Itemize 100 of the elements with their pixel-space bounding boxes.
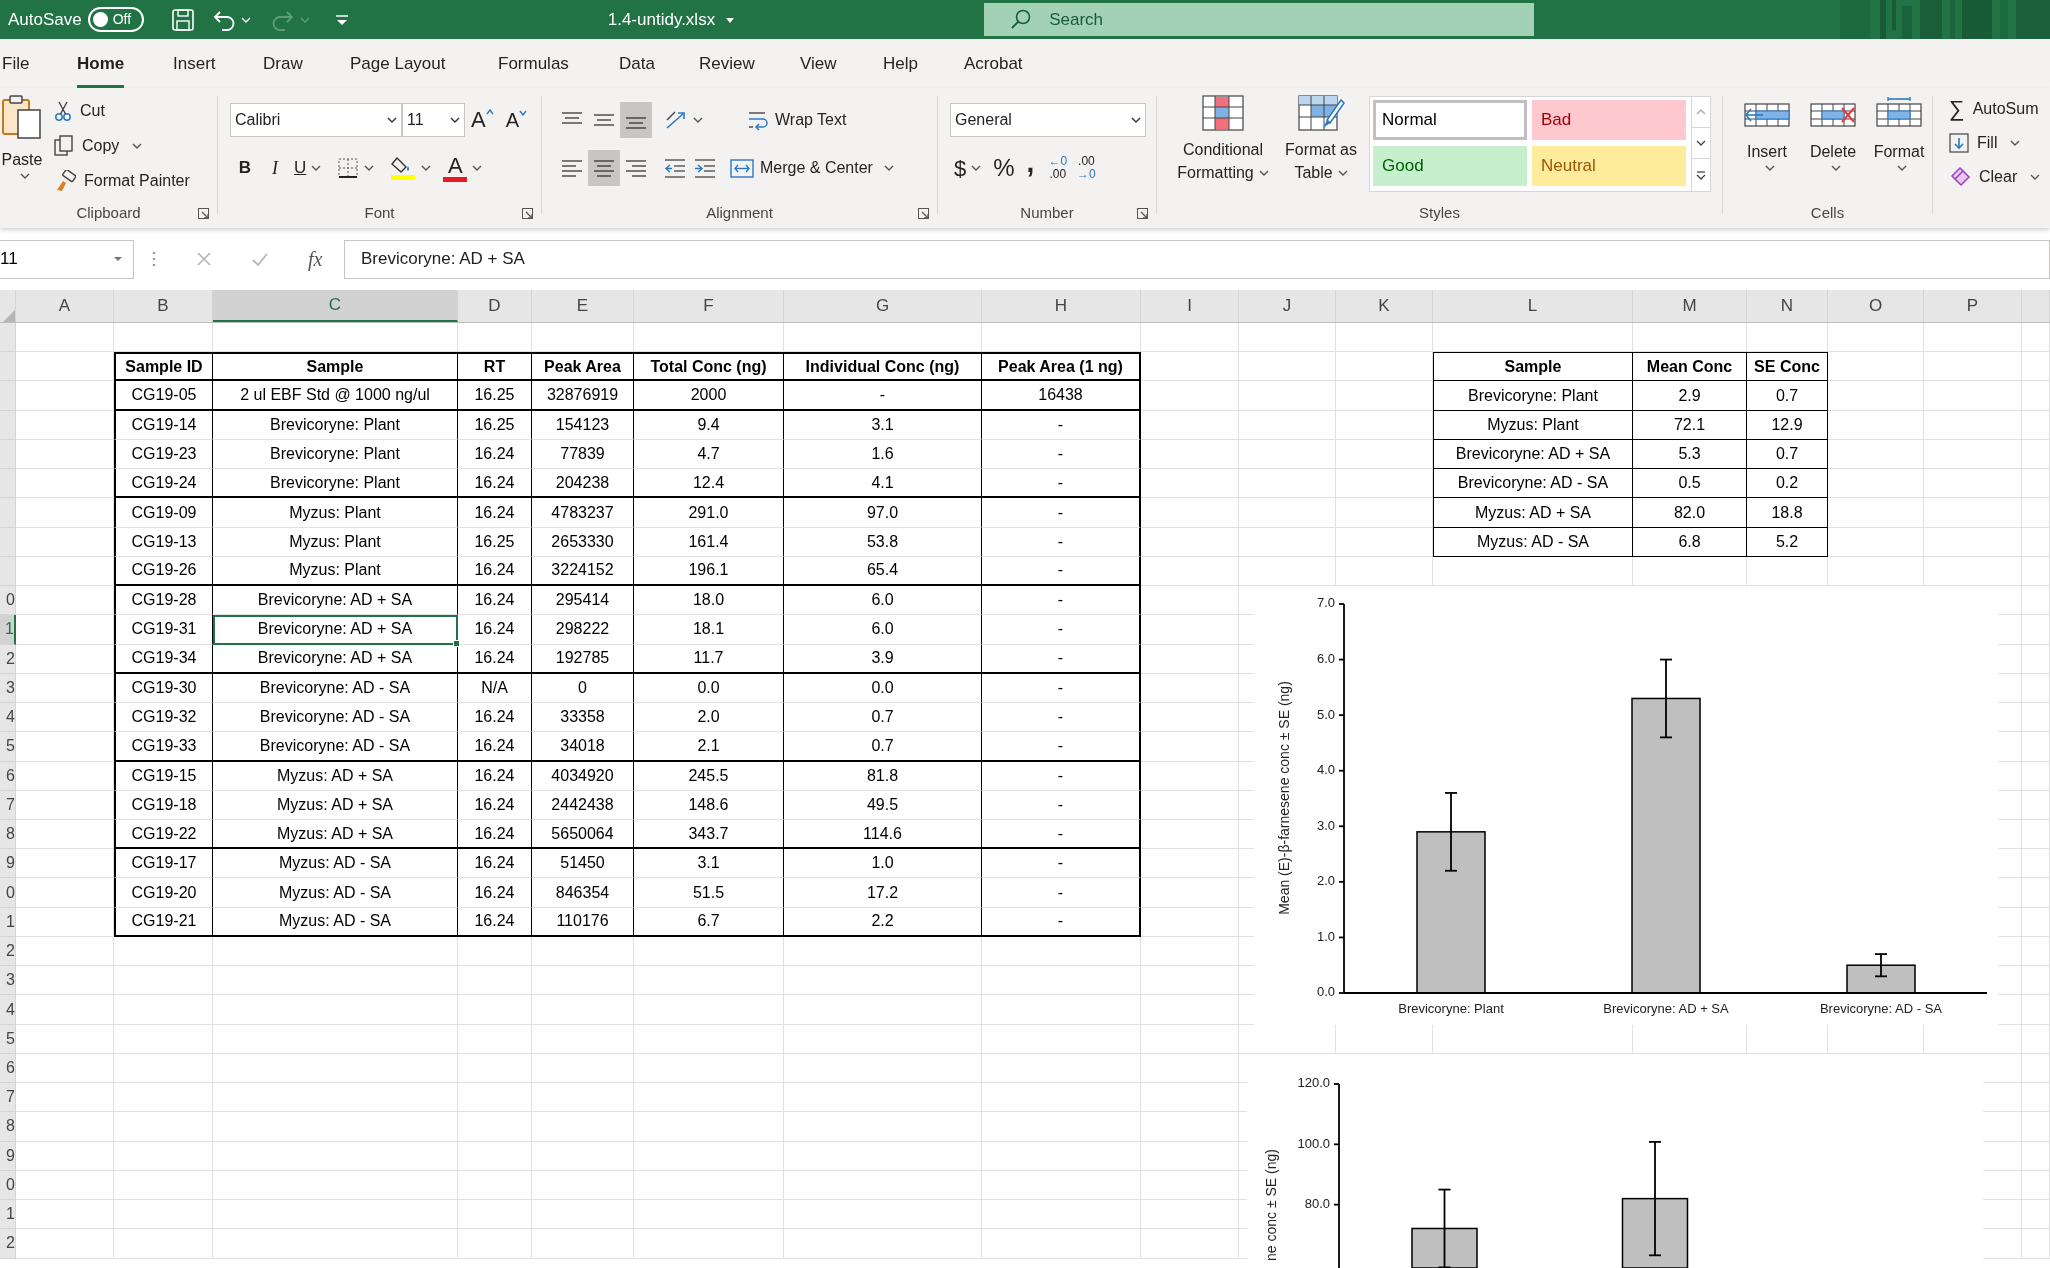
empty-cell[interactable]	[2022, 1200, 2050, 1230]
table-cell[interactable]: 846354	[532, 878, 634, 908]
table-header[interactable]: Individual Conc (ng)	[784, 352, 982, 382]
empty-cell[interactable]	[982, 966, 1141, 996]
empty-cell[interactable]	[1998, 673, 2022, 704]
row-header[interactable]	[0, 410, 16, 440]
table-header[interactable]: Peak Area (1 ng)	[982, 352, 1141, 382]
empty-cell[interactable]	[1141, 644, 1239, 674]
row-header[interactable]: 4	[0, 703, 16, 733]
empty-cell[interactable]	[1141, 439, 1239, 470]
empty-cell[interactable]	[1336, 469, 1433, 499]
file-name-button[interactable]: 1.4-untidy.xlsx	[607, 6, 736, 33]
fill-color-button[interactable]	[390, 155, 432, 181]
increase-indent-button[interactable]	[694, 157, 716, 179]
empty-cell[interactable]	[1924, 498, 2022, 528]
empty-cell[interactable]	[1998, 732, 2022, 762]
empty-cell[interactable]	[532, 1200, 634, 1230]
table-cell[interactable]: 0.2	[1747, 469, 1828, 499]
empty-cell[interactable]	[213, 995, 458, 1025]
empty-cell[interactable]	[213, 1112, 458, 1142]
table-cell[interactable]: 16.25	[458, 410, 532, 440]
table-header[interactable]: Peak Area	[532, 352, 634, 382]
shrink-font-button[interactable]: A	[505, 110, 528, 130]
empty-cell[interactable]	[982, 995, 1141, 1025]
empty-cell[interactable]	[1141, 849, 1239, 879]
empty-cell[interactable]	[114, 1053, 213, 1084]
empty-cell[interactable]	[1998, 761, 2022, 791]
empty-cell[interactable]	[982, 1083, 1141, 1113]
empty-cell[interactable]	[213, 1024, 458, 1054]
empty-cell[interactable]	[1336, 323, 1433, 353]
empty-cell[interactable]	[2022, 761, 2050, 791]
table-cell[interactable]: 0.0	[784, 673, 982, 704]
table-cell[interactable]: 0.7	[1747, 381, 1828, 411]
empty-cell[interactable]	[784, 1112, 982, 1142]
empty-cell[interactable]	[1998, 966, 2022, 996]
table-cell[interactable]: 148.6	[634, 790, 784, 820]
row-header[interactable]: 2	[0, 1229, 16, 1259]
empty-cell[interactable]	[1239, 439, 1336, 470]
table-cell[interactable]: 2.1	[634, 732, 784, 762]
table-cell[interactable]: 0	[532, 673, 634, 704]
empty-cell[interactable]	[634, 966, 784, 996]
ribbon-tab[interactable]: Review	[699, 39, 755, 88]
empty-cell[interactable]	[1239, 381, 1336, 411]
empty-cell[interactable]	[2022, 381, 2050, 411]
empty-cell[interactable]	[1336, 410, 1433, 440]
empty-cell[interactable]	[1747, 556, 1828, 587]
table-cell[interactable]: Brevicoryne: AD + SA	[213, 644, 458, 674]
table-cell[interactable]: Brevicoryne: AD - SA	[1433, 469, 1633, 499]
bold-button[interactable]: B	[230, 155, 260, 181]
table-cell[interactable]: 110176	[532, 907, 634, 937]
table-cell[interactable]: 34018	[532, 732, 634, 762]
row-header[interactable]: 8	[0, 1112, 16, 1142]
fill-handle[interactable]	[453, 639, 460, 647]
table-cell[interactable]: -	[982, 527, 1141, 557]
table-header[interactable]: Total Conc (ng)	[634, 352, 784, 382]
table-cell[interactable]: 291.0	[634, 498, 784, 528]
empty-cell[interactable]	[784, 1083, 982, 1113]
empty-cell[interactable]	[1141, 790, 1239, 820]
table-cell[interactable]: 0.0	[634, 673, 784, 704]
table-cell[interactable]: 0.5	[1633, 469, 1747, 499]
table-cell[interactable]: 154123	[532, 410, 634, 440]
empty-cell[interactable]	[1141, 586, 1239, 616]
empty-cell[interactable]	[114, 1200, 213, 1230]
empty-cell[interactable]	[634, 995, 784, 1025]
row-header[interactable]	[0, 381, 16, 411]
ribbon-tab[interactable]: Draw	[263, 39, 303, 88]
empty-cell[interactable]	[1828, 410, 1924, 440]
empty-cell[interactable]	[1924, 352, 2022, 382]
column-header[interactable]: E	[532, 290, 634, 322]
wrap-text-button[interactable]: Wrap Text	[747, 108, 847, 132]
autosum-button[interactable]: ∑ AutoSum	[1949, 92, 2050, 126]
empty-cell[interactable]	[1239, 352, 1336, 382]
empty-cell[interactable]	[532, 995, 634, 1025]
table-cell[interactable]: CG19-30	[114, 673, 213, 704]
table-cell[interactable]: Brevicoryne: Plant	[213, 439, 458, 470]
ribbon-tab[interactable]: Formulas	[498, 39, 569, 88]
table-cell[interactable]: 5.3	[1633, 439, 1747, 470]
table-cell[interactable]: 18.8	[1747, 498, 1828, 528]
empty-cell[interactable]	[2022, 644, 2050, 674]
table-cell[interactable]: -	[982, 820, 1141, 850]
empty-cell[interactable]	[2022, 556, 2050, 587]
table-cell[interactable]: 49.5	[784, 790, 982, 820]
table-cell[interactable]: CG19-20	[114, 878, 213, 908]
empty-cell[interactable]	[458, 323, 532, 353]
table-cell[interactable]: 72.1	[1633, 410, 1747, 440]
empty-cell[interactable]	[634, 1112, 784, 1142]
drag-handle-icon[interactable]	[152, 251, 156, 267]
empty-cell[interactable]	[1828, 469, 1924, 499]
table-cell[interactable]: -	[982, 849, 1141, 879]
table-cell[interactable]: Brevicoryne: Plant	[213, 469, 458, 499]
empty-cell[interactable]	[982, 1024, 1141, 1054]
table-cell[interactable]: 16.24	[458, 615, 532, 645]
table-cell[interactable]: CG19-14	[114, 410, 213, 440]
table-cell[interactable]: CG19-17	[114, 849, 213, 879]
table-cell[interactable]: 32876919	[532, 381, 634, 411]
row-header[interactable]: 0	[0, 1170, 16, 1201]
empty-cell[interactable]	[1336, 527, 1433, 557]
table-cell[interactable]: 16.25	[458, 527, 532, 557]
underline-button[interactable]: U	[294, 155, 322, 181]
table-cell[interactable]: 0.7	[784, 703, 982, 733]
